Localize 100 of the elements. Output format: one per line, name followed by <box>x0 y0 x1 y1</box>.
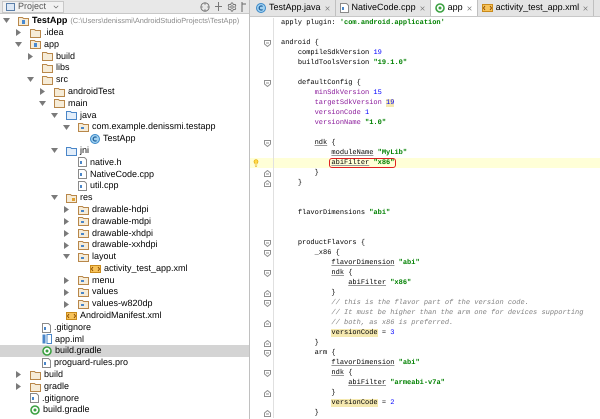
fold-marker-icon[interactable] <box>264 410 271 416</box>
collapsed-arrow-icon[interactable] <box>63 288 70 296</box>
tree-item[interactable]: app.iml <box>0 334 249 346</box>
tree-item[interactable]: AndroidManifest.xml <box>0 310 249 322</box>
tree-item[interactable]: drawable-xhdpi <box>0 227 249 240</box>
fold-marker-icon[interactable] <box>264 320 271 326</box>
tree-item[interactable]: res <box>0 192 249 204</box>
fold-marker-icon[interactable] <box>264 350 271 356</box>
collapsed-arrow-icon[interactable] <box>15 383 22 390</box>
collapsed-arrow-icon[interactable] <box>63 276 70 284</box>
tree-item[interactable]: build.gradle <box>0 404 249 416</box>
fold-marker-icon[interactable] <box>264 270 271 276</box>
tree-item-label: app.iml <box>55 332 84 346</box>
editor-tab[interactable]: NativeCode.cpp <box>336 0 431 16</box>
locate-icon[interactable] <box>200 2 210 12</box>
fold-marker-icon[interactable] <box>264 290 271 296</box>
tree-item[interactable]: .idea <box>0 26 249 39</box>
tree-item[interactable]: main <box>0 98 249 110</box>
settings-icon[interactable] <box>227 2 237 12</box>
fold-marker-icon[interactable] <box>264 390 271 396</box>
tree-item[interactable]: jni <box>0 144 249 157</box>
expanded-arrow-icon[interactable] <box>51 112 58 119</box>
fold-marker-icon[interactable] <box>264 140 271 146</box>
class-icon <box>90 134 100 144</box>
collapsed-arrow-icon[interactable] <box>15 29 22 36</box>
tree-item[interactable]: src <box>0 74 249 86</box>
folder-icon <box>30 382 41 392</box>
collapsed-arrow-icon[interactable] <box>63 300 70 308</box>
tree-item-label: .gitignore <box>42 392 80 405</box>
fold-marker-icon[interactable] <box>264 340 271 346</box>
tree-item-label: TestApp <box>103 132 136 146</box>
fold-marker-icon[interactable] <box>264 180 271 186</box>
expanded-arrow-icon[interactable] <box>63 253 70 260</box>
tree-item-label: main <box>68 96 88 110</box>
collapsed-arrow-icon[interactable] <box>15 371 22 378</box>
tree-item[interactable]: drawable-mdpi <box>0 216 249 228</box>
tree-item[interactable]: java <box>0 109 249 122</box>
tree-item[interactable]: app <box>0 38 249 50</box>
tree-item[interactable]: activity_test_app.xml <box>0 262 249 275</box>
xml-file-icon <box>482 3 493 13</box>
class-icon <box>256 3 266 13</box>
tree-item-label: libs <box>56 61 70 74</box>
fold-marker-icon[interactable] <box>264 300 271 306</box>
fold-marker-icon[interactable] <box>264 80 271 86</box>
collapsed-arrow-icon[interactable] <box>39 88 46 96</box>
expanded-arrow-icon[interactable] <box>15 40 22 48</box>
editor-tab[interactable]: app <box>430 0 478 16</box>
pin-icon[interactable] <box>241 2 247 12</box>
tree-item[interactable]: build <box>0 368 249 381</box>
collapsed-arrow-icon[interactable] <box>27 52 34 60</box>
expanded-arrow-icon[interactable] <box>63 124 70 131</box>
expanded-arrow-icon[interactable] <box>27 76 34 84</box>
editor-tab[interactable]: activity_test_app.xml <box>478 0 594 16</box>
tree-item[interactable]: com.example.denissmi.testapp <box>0 121 249 133</box>
collapsed-arrow-icon[interactable] <box>63 218 70 225</box>
tree-item-label: values <box>92 285 118 298</box>
project-view-dropdown[interactable]: Project <box>2 0 64 12</box>
expanded-arrow-icon[interactable] <box>51 147 58 154</box>
tree-item-label: proguard-rules.pro <box>54 356 128 370</box>
close-icon[interactable] <box>582 4 590 12</box>
tree-item[interactable]: menu <box>0 274 249 286</box>
tree-item[interactable]: values-w820dp <box>0 298 249 310</box>
tree-item[interactable]: build <box>0 50 249 62</box>
tree-item[interactable]: drawable-xxhdpi <box>0 239 249 251</box>
tree-item[interactable]: native.h <box>0 156 249 168</box>
fold-marker-icon[interactable] <box>264 240 271 246</box>
tree-item[interactable]: libs <box>0 62 249 74</box>
tree-item[interactable]: build.gradle <box>0 345 249 358</box>
tree-item-label: TestApp <box>32 14 68 28</box>
tree-item[interactable]: values <box>0 286 249 298</box>
fold-marker-icon[interactable] <box>264 370 271 376</box>
file-icon <box>42 358 51 368</box>
fold-marker-icon[interactable] <box>264 40 271 46</box>
tree-item[interactable]: util.cpp <box>0 180 249 192</box>
close-icon[interactable] <box>324 4 331 12</box>
split-icon[interactable] <box>214 2 223 11</box>
close-icon[interactable] <box>418 4 426 12</box>
tree-item[interactable]: gradle <box>0 380 249 392</box>
expanded-arrow-icon[interactable] <box>3 17 10 24</box>
folder-icon <box>30 28 41 38</box>
tree-item[interactable]: .gitignore <box>0 322 249 334</box>
tree-item[interactable]: drawable-hdpi <box>0 204 249 216</box>
fold-marker-icon[interactable] <box>264 170 271 176</box>
tree-item[interactable]: layout <box>0 250 249 263</box>
expanded-arrow-icon[interactable] <box>51 194 58 202</box>
fold-marker-icon[interactable] <box>264 250 271 256</box>
tree-item[interactable]: proguard-rules.pro <box>0 357 249 369</box>
source-folder-icon <box>66 146 77 156</box>
expanded-arrow-icon[interactable] <box>39 100 46 107</box>
collapsed-arrow-icon[interactable] <box>63 230 70 237</box>
tree-item[interactable]: TestApp <box>0 132 249 145</box>
tree-item[interactable]: .gitignore <box>0 392 249 404</box>
tree-item[interactable]: androidTest <box>0 86 249 98</box>
collapsed-arrow-icon[interactable] <box>63 242 70 249</box>
collapsed-arrow-icon[interactable] <box>63 206 70 214</box>
file-icon <box>340 3 349 13</box>
close-icon[interactable] <box>466 4 473 12</box>
tree-item-label: .gitignore <box>54 320 92 334</box>
folder-icon <box>30 370 41 380</box>
tree-item[interactable]: NativeCode.cpp <box>0 168 249 180</box>
